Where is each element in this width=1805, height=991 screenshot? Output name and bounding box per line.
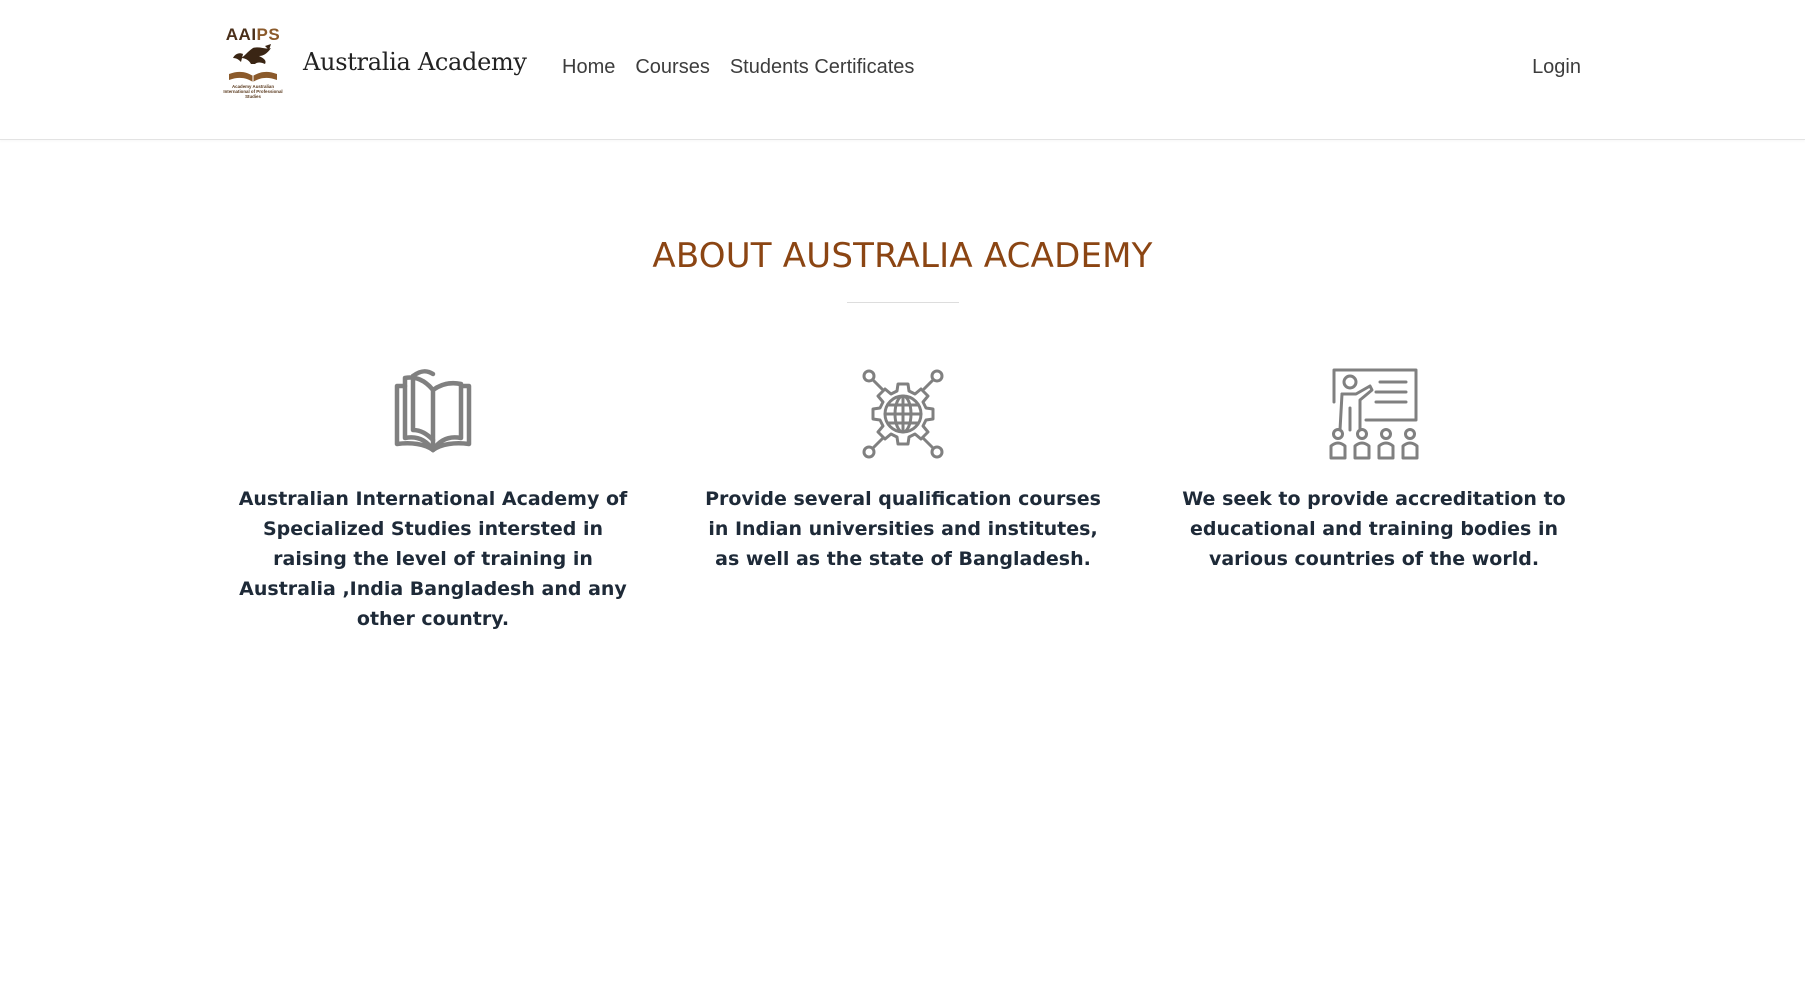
brand-name: Australia Academy bbox=[303, 48, 527, 76]
feature-text-courses: Provide several qualification courses in… bbox=[705, 488, 1101, 570]
teacher-presentation-icon bbox=[1329, 368, 1419, 460]
title-divider bbox=[846, 302, 959, 303]
nav-students-certificates-link[interactable]: Students Certificates bbox=[720, 54, 925, 80]
login-link[interactable]: Login bbox=[1532, 54, 1581, 80]
feature-text-accreditation: We seek to provide accreditation to educ… bbox=[1182, 488, 1566, 570]
eagle-book-emblem-icon bbox=[229, 44, 277, 82]
feature-card-courses: Provide several qualification courses in… bbox=[693, 364, 1113, 574]
globe-gear-network-icon bbox=[862, 369, 944, 459]
brand-link[interactable]: AAIPS Academy Australian International o… bbox=[219, 26, 527, 102]
feature-text-training: Australian International Academy of Spec… bbox=[238, 488, 628, 630]
logo-title-part2: PS bbox=[256, 25, 281, 44]
about-title: ABOUT AUSTRALIA ACADEMY bbox=[652, 236, 1153, 276]
logo-subtitle: Academy Australian International of Prof… bbox=[223, 84, 283, 99]
nav-courses-link[interactable]: Courses bbox=[625, 54, 719, 80]
about-section: ABOUT AUSTRALIA ACADEMY bbox=[0, 230, 1805, 303]
nav-home-link[interactable]: Home bbox=[552, 54, 625, 80]
feature-card-training: Australian International Academy of Spec… bbox=[223, 364, 643, 634]
logo-title-part1: AAI bbox=[225, 25, 257, 44]
feature-card-accreditation: We seek to provide accreditation to educ… bbox=[1164, 364, 1584, 574]
brand-logo: AAIPS Academy Australian International o… bbox=[219, 26, 287, 102]
logo-title: AAIPS bbox=[219, 26, 287, 44]
main-nav: Home Courses Students Certificates bbox=[552, 54, 924, 80]
top-navbar: AAIPS Academy Australian International o… bbox=[0, 0, 1805, 140]
open-book-icon bbox=[394, 369, 472, 453]
